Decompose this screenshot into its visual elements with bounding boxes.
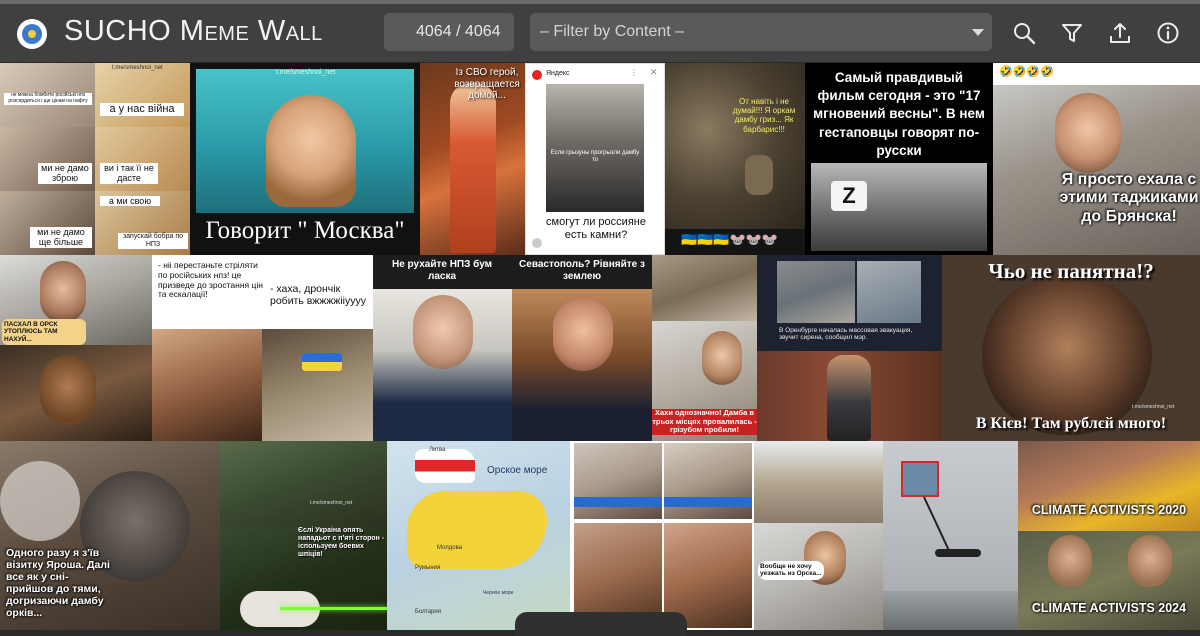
meme-caption: Чьо не панятна!? (988, 259, 1154, 283)
meme-caption: Хахи однозначно! Дамба в трьох місцях пр… (652, 408, 757, 435)
map-label: Орское море (487, 465, 548, 476)
meme-caption: не можна бомбити російські нпз розсердит… (4, 92, 92, 105)
meme-tile[interactable]: В Оренбурге началась массовая эвакуация,… (757, 255, 942, 441)
meme-caption: ПАСХАЛ В ОРСК УТОПЛЮСЬ ТАМ НАХУЙ... (2, 319, 86, 346)
chevron-down-icon (972, 29, 984, 36)
meme-caption: Із СВО герой, возвращается домой... (454, 67, 520, 101)
meme-caption: В Кієв! Там рублєй много! (975, 415, 1167, 432)
meme-tile[interactable]: - ніі перестаньте стріляти по російських… (152, 255, 373, 441)
meme-caption: запускай бобра по НПЗ (118, 233, 188, 250)
laser-beam (280, 607, 387, 610)
more-icon: ⋮ (630, 68, 638, 77)
brand-label: Яндекс (546, 70, 570, 77)
meme-tile[interactable] (570, 441, 754, 630)
meme-caption: Говорит " Москва" (205, 217, 405, 244)
map-label: Румыния (415, 565, 441, 571)
meme-wall: t.me/smeshnoi_net не можна бомбити росій… (0, 63, 1200, 630)
search-icon[interactable] (1011, 20, 1037, 46)
meme-caption: Самый правдивый фильм сегодня - это "17 … (813, 70, 985, 158)
logo-sun-icon (28, 30, 36, 38)
map-label: Литва (429, 447, 446, 453)
meme-caption: Єслі Украіна опять нападьот с п'яті стор… (298, 527, 385, 559)
meme-tile[interactable]: t.me/smeshnoi_net Єслі Украіна опять нап… (220, 441, 387, 630)
meme-watermark: t.me/smeshnoi_net (1132, 404, 1175, 410)
meme-caption: От навіть і не думай!!! Я оркам дамбу гр… (732, 97, 796, 134)
meme-counter: 4064 / 4064 (384, 13, 514, 51)
plane-icon (935, 549, 981, 557)
map-label: Молдова (437, 545, 463, 551)
meme-tile[interactable]: Із СВО герой, возвращается домой... (420, 63, 525, 255)
meme-watermark: t.me/smeshnoi_net (112, 65, 163, 71)
meme-caption: смогут ли россияне есть камни? (546, 216, 646, 241)
meme-tile[interactable]: Одного разу я з'їв візитку Яроша. Далі в… (0, 441, 220, 630)
info-icon[interactable] (1155, 20, 1181, 46)
meme-tile[interactable]: t.me/smeshnoi_net Говорит " Москва" (190, 63, 420, 255)
meme-caption: CLIMATE ACTIVISTS 2024 (1031, 601, 1187, 615)
meme-tile[interactable]: Не рухайте НПЗ бум ласка Севастополь? Рі… (373, 255, 652, 441)
meme-caption: Одного разу я з'їв візитку Яроша. Далі в… (6, 547, 110, 620)
close-icon[interactable]: ✕ (650, 67, 658, 78)
meme-watermark: t.me/smeshnoi_net (310, 500, 353, 506)
meme-caption: Севастополь? Рівняйте з землею (519, 259, 645, 282)
meme-caption: CLIMATE ACTIVISTS 2020 (1031, 503, 1187, 517)
meme-caption: В Оренбурге началась массовая эвакуация,… (779, 327, 913, 342)
meme-emoji: 🇺🇦🇺🇦🇺🇦🐭🐭🐭 (681, 232, 779, 247)
sucho-logo[interactable] (17, 19, 47, 49)
meme-tile[interactable]: Литва Орское море Молдова Румыния Болгар… (387, 441, 570, 630)
meme-tile[interactable]: От навіть і не думай!!! Я оркам дамбу гр… (665, 63, 805, 255)
bottom-control-bar[interactable] (515, 612, 687, 636)
app-title: SUCHO Meme Wall (64, 15, 323, 47)
z-symbol-icon: Z (831, 181, 867, 211)
meme-caption: а ми свою (100, 196, 160, 207)
map-label: Черное море (483, 590, 514, 596)
meme-caption: ми не дамо ще більше (30, 227, 92, 248)
content-filter-select[interactable]: – Filter by Content – (530, 13, 992, 51)
meme-caption: - ніі перестаньте стріляти по російських… (158, 260, 263, 300)
ukraine-region-shape (407, 491, 547, 569)
meme-tile[interactable]: Самый правдивый фильм сегодня - это "17 … (805, 63, 993, 255)
settings-icon (532, 238, 542, 248)
meme-tile[interactable]: Вообще не хочу уезжать из Орска... (754, 441, 883, 630)
meme-caption: ми не дамо зброю (38, 163, 92, 184)
meme-tile[interactable]: CLIMATE ACTIVISTS 2020 CLIMATE ACTIVISTS… (1018, 441, 1200, 630)
meme-tile[interactable] (883, 441, 1018, 630)
upload-icon[interactable] (1107, 20, 1133, 46)
filter-icon[interactable] (1059, 20, 1085, 46)
meme-tile[interactable]: ПАСХАЛ В ОРСК УТОПЛЮСЬ ТАМ НАХУЙ... (0, 255, 152, 441)
meme-caption: - хаха, дрончік робить вжжжжііуууу (270, 283, 366, 308)
meme-caption: ви і так її не дасте (100, 163, 158, 184)
meme-tile[interactable]: t.me/smeshnoi_net не можна бомбити росій… (0, 63, 190, 255)
map-label: Болгария (415, 609, 441, 615)
app-header: SUCHO Meme Wall 4064 / 4064 – Filter by … (0, 4, 1200, 62)
meme-caption: Не рухайте НПЗ бум ласка (391, 259, 493, 282)
meme-caption: Я просто ехала с этими таджиками до Брян… (1059, 171, 1199, 225)
filter-select-value: – Filter by Content – (540, 23, 685, 40)
meme-emoji: 🤣🤣🤣🤣 (999, 66, 1054, 78)
meme-tile[interactable]: Яндекс ⋮ ✕ Если грызуны прогрызли дамбу … (525, 63, 665, 255)
meme-caption: а у нас війна (100, 103, 184, 116)
meme-watermark: t.me/smeshnoi_net (276, 69, 336, 76)
logo-globe-icon (22, 24, 42, 44)
belarus-region-shape (415, 449, 475, 483)
meme-tile[interactable]: Чьо не панятна!? В Кієв! Там рублєй мног… (942, 255, 1200, 441)
meme-tile[interactable]: 🤣🤣🤣🤣 Я просто ехала с этими таджиками до… (993, 63, 1200, 255)
meme-caption: Вообще не хочу уезжать из Орска... (758, 561, 824, 580)
ukrainian-flag-icon (302, 353, 342, 371)
meme-caption: Если грызуны прогрызли дамбу то (550, 150, 640, 163)
meme-tile[interactable]: Хахи однозначно! Дамба в трьох місцях пр… (652, 255, 757, 441)
